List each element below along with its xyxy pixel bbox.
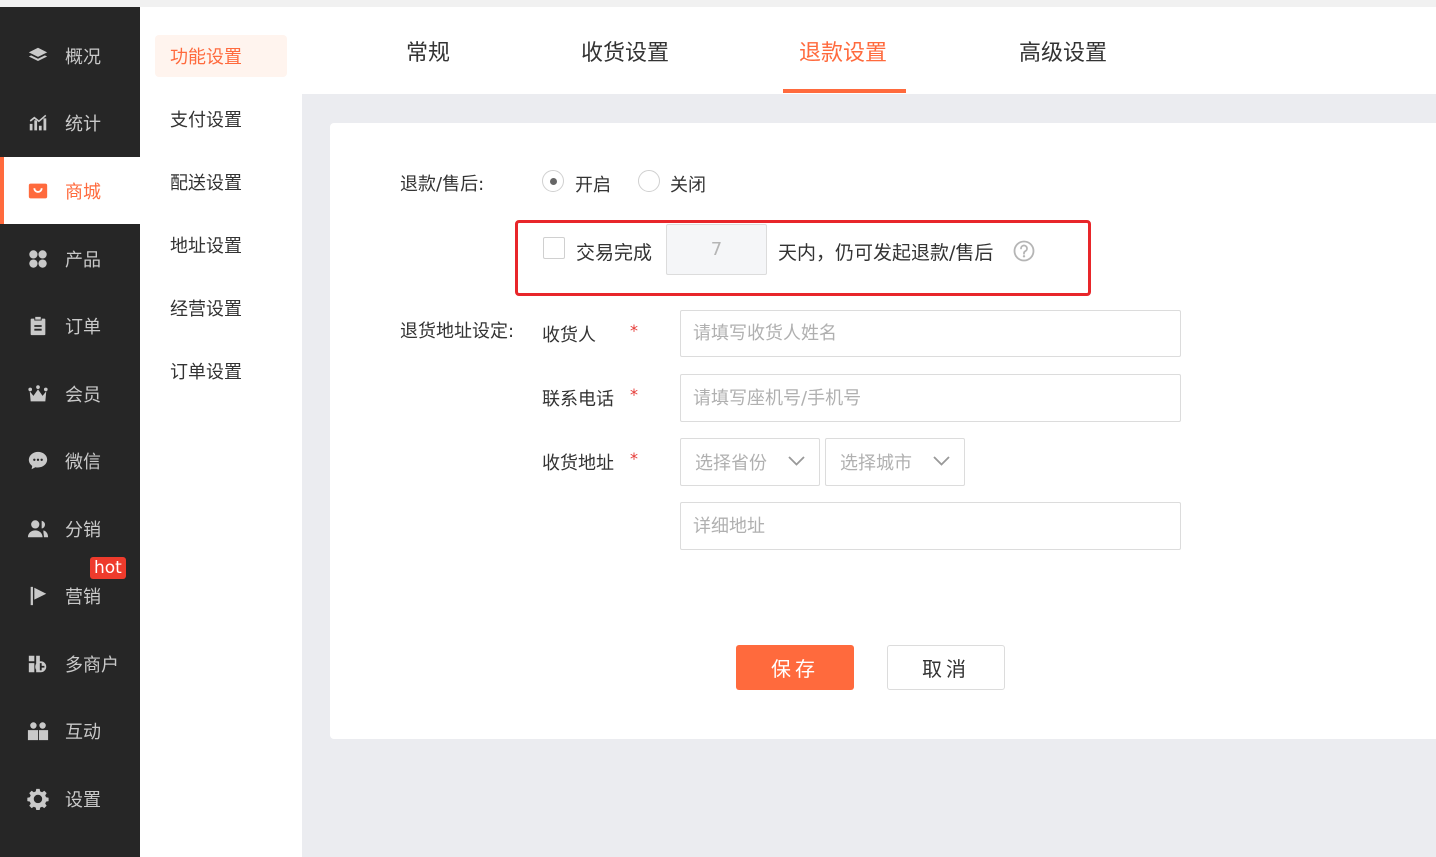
sidebar-item-label: 多商户 bbox=[65, 654, 119, 676]
radio-refund-on-label[interactable]: 开启 bbox=[575, 171, 611, 197]
sidebar-item-settings[interactable]: 设置 bbox=[0, 765, 140, 832]
settings-card bbox=[330, 123, 1436, 739]
phone-label: 联系电话 bbox=[542, 389, 614, 410]
sidebar-item-interaction[interactable]: 互动 bbox=[0, 697, 140, 764]
sidebar-item-label: 产品 bbox=[65, 249, 101, 271]
detail-address-input[interactable] bbox=[680, 502, 1181, 550]
tab-bar: 常规 收货设置 退款设置 高级设置 bbox=[302, 7, 1436, 94]
refund-days-suffix: 天内，仍可发起退款/售后 bbox=[778, 242, 994, 264]
refund-days-input[interactable] bbox=[666, 224, 767, 275]
sidebar-item-multi-merchant[interactable]: 多商户 bbox=[0, 630, 140, 697]
hot-badge: hot bbox=[90, 557, 126, 579]
radio-refund-off[interactable] bbox=[638, 170, 660, 192]
wechat-icon bbox=[26, 449, 50, 473]
layers-icon bbox=[26, 44, 50, 68]
tab-advanced[interactable]: 高级设置 bbox=[1019, 7, 1107, 94]
sidebar-item-label: 统计 bbox=[65, 113, 101, 135]
trade-complete-checkbox[interactable] bbox=[543, 237, 565, 259]
sidebar-item-shop[interactable]: 商城 bbox=[0, 157, 140, 224]
city-select-value: 选择城市 bbox=[840, 453, 912, 474]
cancel-button[interactable]: 取消 bbox=[887, 645, 1005, 690]
required-mark: * bbox=[630, 321, 638, 340]
subnav-item-delivery[interactable]: 配送设置 bbox=[155, 161, 287, 203]
address-label: 收货地址 bbox=[542, 453, 614, 474]
grid-icon bbox=[26, 247, 50, 271]
phone-input[interactable] bbox=[680, 374, 1181, 422]
required-mark: * bbox=[630, 449, 638, 468]
sidebar-item-label: 设置 bbox=[65, 789, 101, 811]
flag-icon bbox=[26, 584, 50, 608]
province-select-value: 选择省份 bbox=[695, 453, 767, 474]
sidebar-item-members[interactable]: 会员 bbox=[0, 360, 140, 427]
province-select[interactable]: 选择省份 bbox=[680, 438, 820, 486]
tab-active-underline bbox=[783, 89, 906, 93]
crown-icon bbox=[26, 382, 50, 406]
gear-icon bbox=[26, 787, 50, 811]
sidebar-item-label: 分销 bbox=[65, 519, 101, 541]
city-select[interactable]: 选择城市 bbox=[825, 438, 965, 486]
sidebar-item-label: 商城 bbox=[65, 181, 101, 203]
required-mark: * bbox=[630, 385, 638, 404]
shop-icon bbox=[26, 179, 50, 203]
sidebar-item-label: 营销 bbox=[65, 586, 101, 608]
subnav-item-order[interactable]: 订单设置 bbox=[155, 350, 287, 392]
tab-general[interactable]: 常规 bbox=[406, 7, 450, 94]
subnav-item-function[interactable]: 功能设置 bbox=[155, 35, 287, 77]
chevron-down-icon bbox=[788, 456, 805, 466]
refund-label: 退款/售后: bbox=[400, 174, 485, 195]
save-button[interactable]: 保存 bbox=[736, 645, 854, 690]
return-address-label: 退货地址设定: bbox=[400, 321, 515, 342]
trade-complete-label: 交易完成 bbox=[576, 242, 653, 264]
subnav-item-business[interactable]: 经营设置 bbox=[155, 287, 287, 329]
sidebar-item-distribution[interactable]: 分销 bbox=[0, 495, 140, 562]
subnav-item-payment[interactable]: 支付设置 bbox=[155, 98, 287, 140]
receiver-label: 收货人 bbox=[542, 325, 596, 346]
clipboard-icon bbox=[26, 314, 50, 338]
tab-receiving[interactable]: 收货设置 bbox=[581, 7, 669, 94]
group-icon bbox=[26, 719, 50, 743]
sidebar-item-label: 会员 bbox=[65, 384, 101, 406]
sidebar-item-label: 微信 bbox=[65, 451, 101, 473]
sidebar-item-label: 订单 bbox=[65, 316, 101, 338]
sidebar-item-label: 概况 bbox=[65, 46, 101, 68]
chevron-down-icon bbox=[933, 456, 950, 466]
radio-refund-on[interactable] bbox=[542, 170, 564, 192]
sidebar-item-orders[interactable]: 订单 bbox=[0, 292, 140, 359]
top-strip bbox=[0, 0, 1436, 7]
users-icon bbox=[26, 517, 50, 541]
sidebar-item-stats[interactable]: 统计 bbox=[0, 89, 140, 156]
radio-refund-off-label[interactable]: 关闭 bbox=[670, 171, 706, 197]
sidebar-item-products[interactable]: 产品 bbox=[0, 225, 140, 292]
help-icon[interactable] bbox=[1013, 240, 1035, 262]
sidebar-item-label: 互动 bbox=[65, 721, 101, 743]
tab-refund[interactable]: 退款设置 bbox=[799, 7, 887, 94]
subnav-item-address[interactable]: 地址设置 bbox=[155, 224, 287, 266]
store-plus-icon bbox=[26, 652, 50, 676]
main-sidebar: 概况 统计 商城 产品 订单 会员 微信 分销 营销 多商户 互动 设置 bbox=[0, 7, 140, 857]
sidebar-item-overview[interactable]: 概况 bbox=[0, 22, 140, 89]
receiver-input[interactable] bbox=[680, 310, 1181, 357]
sidebar-item-wechat[interactable]: 微信 bbox=[0, 427, 140, 494]
settings-subnav: 功能设置 支付设置 配送设置 地址设置 经营设置 订单设置 bbox=[140, 7, 302, 857]
chart-icon bbox=[26, 111, 50, 135]
